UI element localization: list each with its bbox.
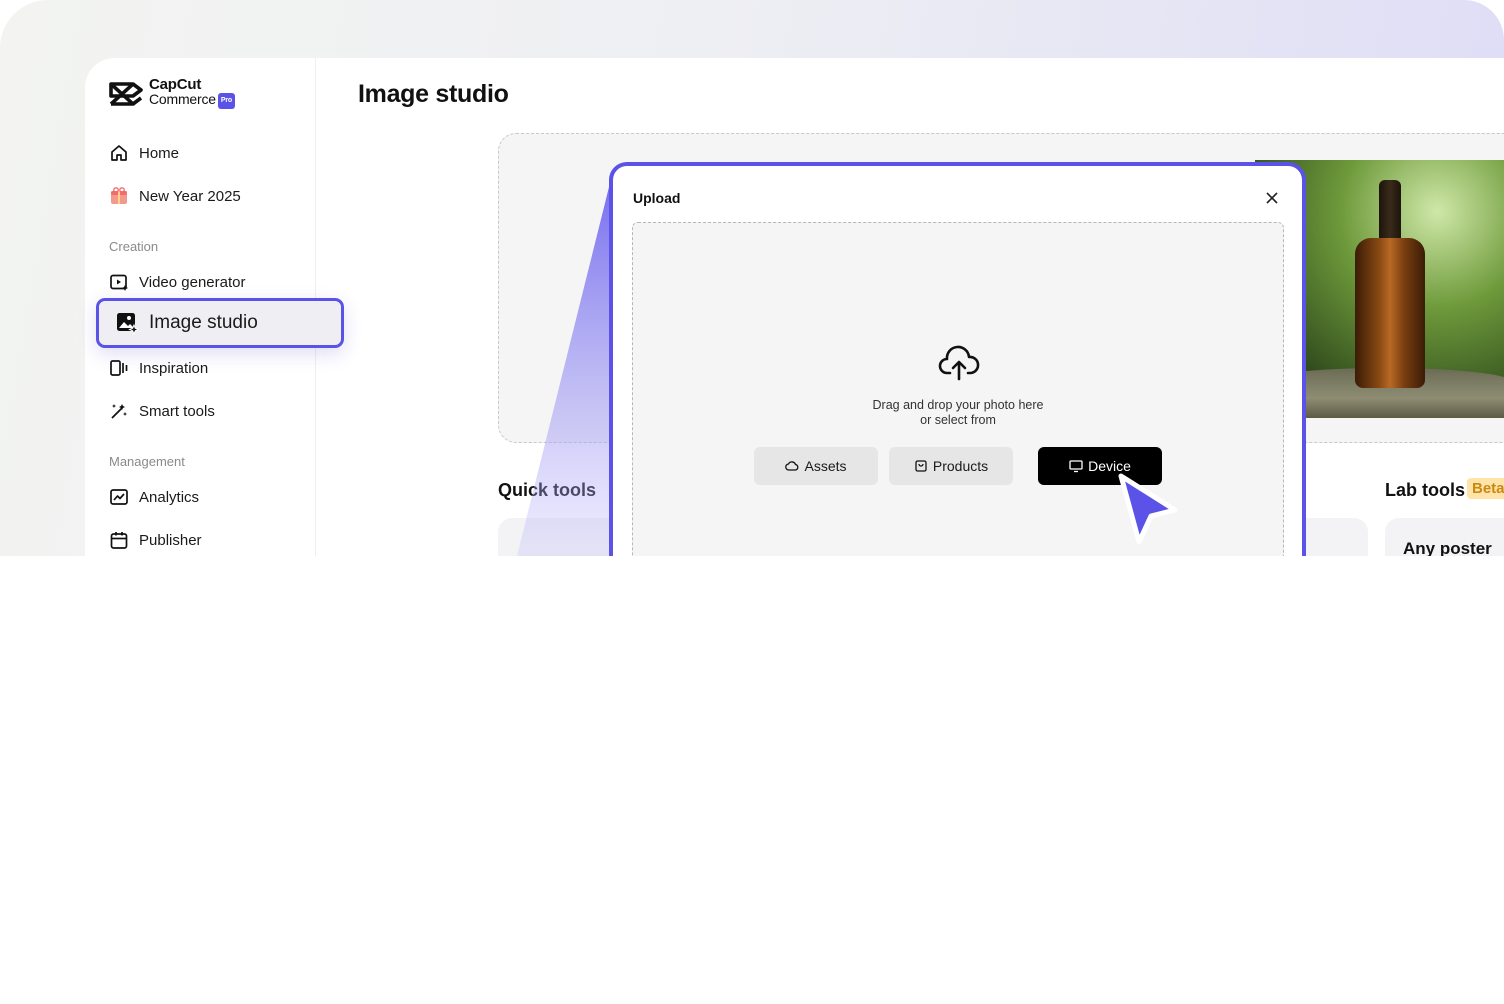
gift-icon bbox=[109, 186, 129, 206]
cloud-icon bbox=[785, 459, 799, 473]
products-button-label: Products bbox=[932, 458, 989, 474]
brand-name: CapCut Commerce Pro bbox=[149, 76, 235, 109]
products-button[interactable]: Products bbox=[889, 447, 1013, 485]
sidebar-item-publisher[interactable]: Publisher bbox=[109, 528, 202, 552]
image-studio-icon bbox=[115, 311, 139, 335]
upload-dropzone[interactable]: Drag and drop your photo here or select … bbox=[632, 222, 1284, 556]
close-icon[interactable] bbox=[1264, 190, 1280, 206]
sidebar-item-label: Inspiration bbox=[139, 359, 209, 377]
cloud-upload-icon bbox=[938, 345, 980, 383]
brand-logo[interactable]: CapCut Commerce Pro bbox=[109, 76, 235, 109]
window-frame: CapCut Commerce Pro Home New Year 2025 C… bbox=[0, 0, 1504, 556]
monitor-icon bbox=[1069, 459, 1083, 473]
sidebar-item-label: New Year 2025 bbox=[139, 187, 241, 205]
home-icon bbox=[109, 143, 129, 163]
lab-tool-card-title: Any poster bbox=[1403, 539, 1492, 556]
calendar-icon bbox=[109, 530, 129, 550]
page-title: Image studio bbox=[358, 80, 509, 108]
video-generator-icon bbox=[109, 272, 129, 292]
sidebar-item-label: Image studio bbox=[149, 312, 258, 333]
upload-hint-line2: or select from bbox=[920, 413, 996, 427]
sidebar-item-image-studio[interactable]: Image studio bbox=[96, 298, 344, 348]
magic-wand-icon bbox=[109, 401, 129, 421]
sidebar-item-home[interactable]: Home bbox=[109, 141, 179, 165]
brand-line2: Commerce Pro bbox=[149, 92, 235, 109]
sidebar-item-analytics[interactable]: Analytics bbox=[109, 485, 199, 509]
section-label-management: Management bbox=[109, 454, 185, 469]
section-label-creation: Creation bbox=[109, 239, 159, 254]
upload-modal: Upload Drag and drop your photo here or … bbox=[609, 162, 1306, 556]
modal-title: Upload bbox=[633, 190, 681, 206]
sidebar-item-label: Video generator bbox=[139, 273, 246, 291]
sidebar-item-label: Analytics bbox=[139, 488, 200, 506]
sidebar-item-inspiration[interactable]: Inspiration bbox=[109, 356, 208, 380]
lab-tools-heading: Lab tools bbox=[1385, 480, 1465, 500]
assets-button[interactable]: Assets bbox=[754, 447, 878, 485]
quick-tools-heading: Quick tools bbox=[498, 480, 597, 500]
sidebar-item-label: Smart tools bbox=[139, 402, 215, 420]
sidebar-item-new-year[interactable]: New Year 2025 bbox=[109, 184, 241, 208]
sidebar-item-smart-tools[interactable]: Smart tools bbox=[109, 399, 215, 423]
capcut-logo-icon bbox=[109, 81, 143, 106]
beta-badge: Beta bbox=[1467, 478, 1504, 499]
sidebar-item-label: Home bbox=[139, 144, 180, 162]
bag-icon bbox=[914, 459, 928, 473]
analytics-icon bbox=[109, 487, 129, 507]
brand-line1: CapCut bbox=[149, 76, 202, 93]
pointer-cursor-icon bbox=[1118, 473, 1178, 545]
pro-badge: Pro bbox=[217, 93, 235, 109]
assets-button-label: Assets bbox=[804, 458, 847, 474]
sidebar-item-video-generator[interactable]: Video generator bbox=[109, 270, 245, 294]
upload-hint-line1: Drag and drop your photo here bbox=[872, 398, 1044, 412]
sidebar-item-label: Publisher bbox=[139, 531, 202, 549]
inspiration-icon bbox=[109, 358, 129, 378]
